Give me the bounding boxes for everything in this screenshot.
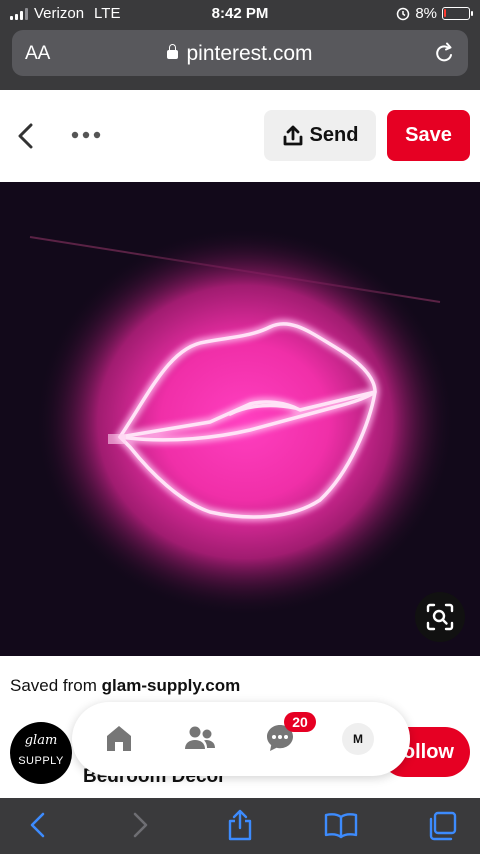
- visual-search-icon: [426, 603, 454, 631]
- back-arrow-icon[interactable]: [26, 810, 50, 840]
- lock-icon: [167, 44, 179, 59]
- address-bar[interactable]: AA pinterest.com: [12, 30, 468, 76]
- source-site-link[interactable]: glam-supply.com: [102, 676, 241, 695]
- tabs-icon[interactable]: [426, 810, 458, 842]
- back-chevron-icon[interactable]: [14, 122, 38, 150]
- battery-level: [444, 9, 446, 17]
- avatar-script-text: glam: [24, 733, 58, 748]
- domain-text: pinterest.com: [186, 42, 313, 65]
- save-label: Save: [405, 124, 452, 146]
- share-icon[interactable]: [226, 808, 254, 842]
- floating-nav-bar: 20 M: [72, 702, 410, 776]
- pin-header: Send Save: [0, 90, 480, 182]
- status-bar: Verizon LTE 8:42 PM 8%: [0, 0, 480, 28]
- battery-percent: 8%: [415, 5, 437, 22]
- forward-arrow-icon[interactable]: [128, 810, 152, 840]
- browser-address-area: AA pinterest.com: [0, 28, 480, 90]
- more-dots-icon[interactable]: [70, 130, 102, 140]
- messages-badge: 20: [284, 712, 316, 732]
- bookmarks-icon[interactable]: [324, 811, 358, 839]
- browser-toolbar: [0, 798, 480, 854]
- send-label: Send: [309, 124, 359, 146]
- saved-from-prefix: Saved from: [10, 676, 102, 695]
- avatar[interactable]: glam SUPPLY: [10, 722, 72, 784]
- send-button[interactable]: Send: [264, 110, 376, 161]
- profile-avatar[interactable]: M: [342, 723, 374, 755]
- battery-icon: [442, 7, 473, 20]
- neon-lips-image: [0, 182, 480, 656]
- avatar-word-text: SUPPLY: [18, 755, 64, 767]
- home-icon[interactable]: [104, 723, 134, 753]
- pin-image[interactable]: [0, 182, 480, 656]
- status-right: 8%: [396, 5, 473, 22]
- reload-icon[interactable]: [434, 41, 456, 65]
- share-upload-icon: [283, 125, 302, 145]
- saved-from-line[interactable]: Saved from glam-supply.com: [10, 676, 240, 696]
- url-display[interactable]: pinterest.com: [12, 42, 468, 66]
- alarm-icon: [397, 7, 410, 20]
- save-button[interactable]: Save: [387, 110, 470, 161]
- visual-search-button[interactable]: [415, 592, 465, 642]
- people-icon[interactable]: [184, 725, 216, 751]
